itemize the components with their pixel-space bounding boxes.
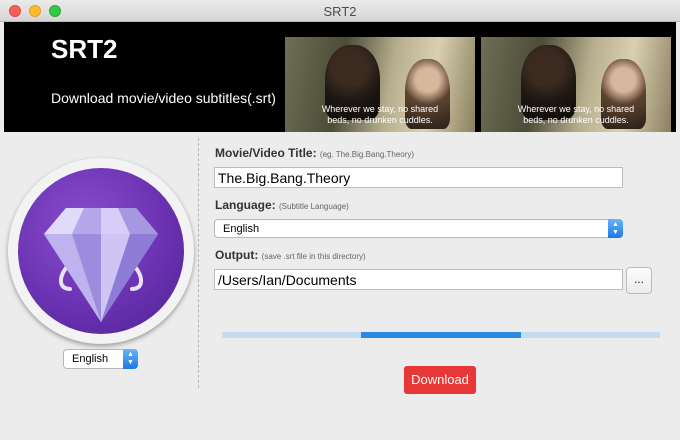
title-input[interactable]: The.Big.Bang.Theory <box>214 167 623 188</box>
movie-still-image: Wherever we stay, no shared beds, no dru… <box>481 37 671 132</box>
app-icon <box>8 158 194 344</box>
still-caption: Wherever we stay, no shared beds, no dru… <box>321 104 439 125</box>
title-bar: SRT2 <box>0 0 680 22</box>
output-hint: (save .srt file in this directory) <box>261 252 366 261</box>
banner-title: SRT2 <box>51 34 118 64</box>
progress-bar <box>222 332 660 338</box>
chevron-updown-icon: ▲ ▼ <box>608 219 623 238</box>
title-label: Movie/Video Title: (eg. The.Big.Bang.The… <box>215 146 415 160</box>
chevron-updown-icon: ▲ ▼ <box>123 349 138 369</box>
header-banner: SRT2 Download movie/video subtitles(.srt… <box>4 22 676 132</box>
output-label: Output: (save .srt file in this director… <box>215 248 366 262</box>
movie-still-image: Wherever we stay, no shared beds, no dru… <box>285 37 475 132</box>
language-select[interactable]: English ▲ ▼ <box>214 219 623 238</box>
still-caption: Wherever we stay, no shared beds, no dru… <box>517 104 635 125</box>
banner-subtitle: Download movie/video subtitles(.srt) <box>51 90 276 106</box>
title-hint: (eg. The.Big.Bang.Theory) <box>319 150 415 159</box>
app-language-select[interactable]: English ▲ ▼ <box>63 349 138 369</box>
language-label: Language: (Subtitle Language) <box>215 198 349 212</box>
section-divider <box>198 138 199 388</box>
output-path-input[interactable]: /Users/Ian/Documents <box>214 269 623 290</box>
language-hint: (Subtitle Language) <box>279 202 349 211</box>
diamond-icon <box>44 208 158 322</box>
browse-button[interactable]: ... <box>626 267 652 294</box>
download-button[interactable]: Download <box>404 366 476 394</box>
progress-indicator <box>361 332 521 338</box>
window-title: SRT2 <box>323 4 357 19</box>
